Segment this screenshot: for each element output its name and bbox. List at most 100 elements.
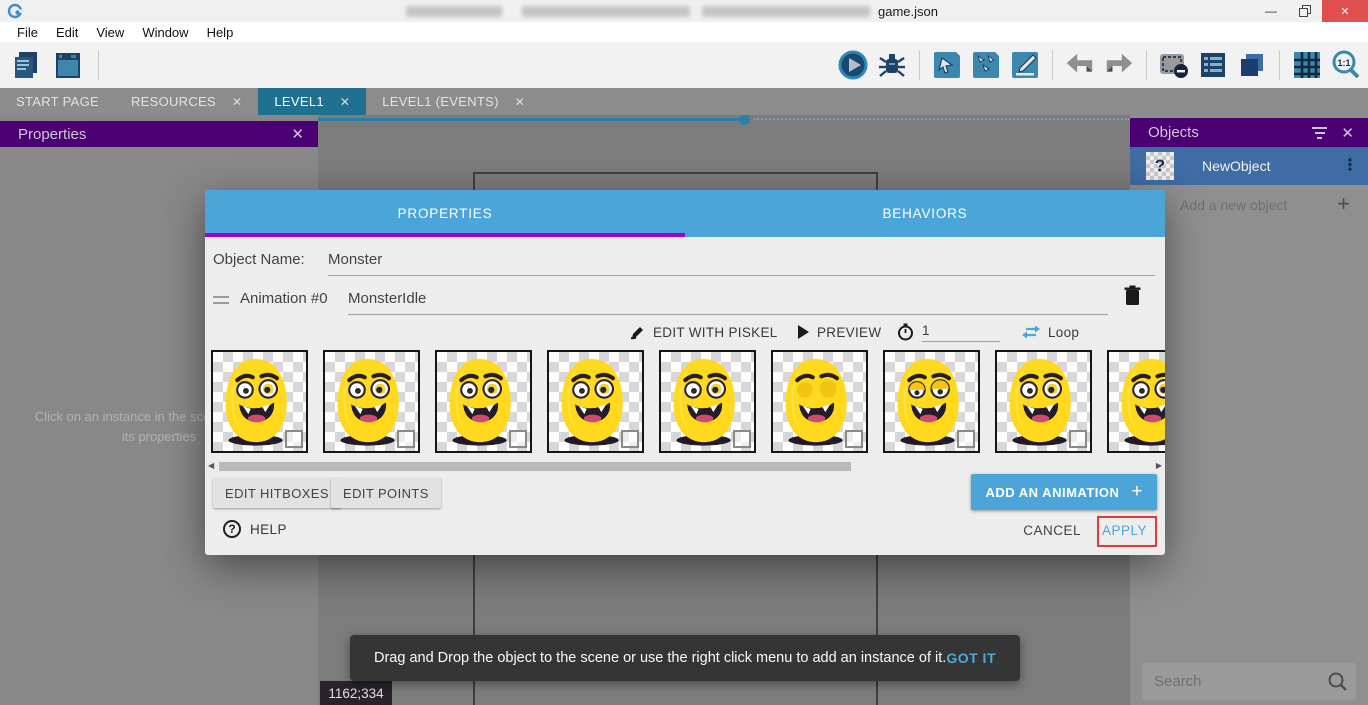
properties-panel-title: Properties xyxy=(18,126,291,143)
close-panel-icon[interactable]: ✕ xyxy=(1341,124,1354,142)
tab-close-icon[interactable]: ✕ xyxy=(340,95,350,109)
edit-scene-icon[interactable] xyxy=(1009,49,1041,81)
scrollbar-thumb[interactable] xyxy=(219,462,851,471)
toolbar-separator xyxy=(919,50,920,80)
snackbar: Drag and Drop the object to the scene or… xyxy=(350,635,1020,681)
add-object-label: Add a new object xyxy=(1180,185,1287,225)
animation-frames-strip xyxy=(205,350,1165,456)
got-it-button[interactable]: GOT IT xyxy=(946,650,996,666)
object-list-item[interactable]: ? NewObject ⋮ xyxy=(1130,147,1368,185)
close-panel-icon[interactable]: ✕ xyxy=(291,125,304,143)
cancel-button[interactable]: CANCEL xyxy=(1023,523,1081,538)
toolbar-separator xyxy=(98,50,99,80)
editor-tab-bar: START PAGE ✕ RESOURCES ✕ LEVEL1 ✕ LEVEL1… xyxy=(0,88,1368,115)
object-menu-icon[interactable]: ⋮ xyxy=(1342,147,1358,185)
instances-list-icon[interactable] xyxy=(1197,49,1229,81)
object-name-field[interactable]: Monster xyxy=(328,251,382,268)
animation-frame[interactable] xyxy=(1107,350,1165,453)
animation-frame[interactable] xyxy=(995,350,1092,453)
frame-corner-handle xyxy=(397,430,415,448)
menu-item[interactable]: Window xyxy=(133,25,197,40)
loop-icon xyxy=(1022,324,1040,340)
selection-edge-dotted-line xyxy=(754,118,1130,120)
cursor-coordinates-badge: 1162;334 xyxy=(320,681,392,705)
frame-corner-handle xyxy=(733,430,751,448)
scroll-left-icon[interactable]: ◀ xyxy=(208,461,214,470)
close-button[interactable]: ✕ xyxy=(1322,0,1368,22)
edit-with-piskel-button[interactable]: EDIT WITH PISKEL xyxy=(630,321,778,343)
selection-edge-line xyxy=(318,118,739,121)
frame-corner-handle xyxy=(621,430,639,448)
animation-frame[interactable] xyxy=(771,350,868,453)
edit-points-button[interactable]: EDIT POINTS xyxy=(331,478,441,508)
properties-panel-header: Properties ✕ xyxy=(0,121,318,147)
editor-tab[interactable]: LEVEL1 (EVENTS) ✕ xyxy=(366,88,541,115)
preview-play-icon[interactable] xyxy=(837,49,869,81)
project-manager-icon[interactable] xyxy=(10,49,42,81)
search-input[interactable] xyxy=(1142,663,1356,700)
selection-handle[interactable] xyxy=(739,115,750,125)
animation-frame[interactable] xyxy=(547,350,644,453)
menu-item[interactable]: Edit xyxy=(47,25,87,40)
preview-button[interactable]: PREVIEW xyxy=(797,321,881,343)
debugger-bug-icon[interactable] xyxy=(876,49,908,81)
frame-corner-handle xyxy=(285,430,303,448)
menu-item[interactable]: File xyxy=(8,25,47,40)
undo-icon[interactable] xyxy=(1064,49,1096,81)
scroll-right-icon[interactable]: ▶ xyxy=(1156,461,1162,470)
editor-tab-label: RESOURCES xyxy=(131,94,216,109)
frame-corner-handle xyxy=(1069,430,1087,448)
drag-handle-icon[interactable] xyxy=(213,296,229,308)
tab-behaviors[interactable]: BEHAVIORS xyxy=(685,190,1165,237)
tab-properties[interactable]: PROPERTIES xyxy=(205,190,685,237)
zoom-1-1-icon[interactable]: 1:1 xyxy=(1330,49,1362,81)
tab-close-icon[interactable]: ✕ xyxy=(515,95,525,109)
minimize-button[interactable]: — xyxy=(1254,0,1288,22)
add-animation-button[interactable]: ADD AN ANIMATION + xyxy=(971,474,1157,510)
animation-frame[interactable] xyxy=(323,350,420,453)
objects-panel: Objects ✕ ? NewObject ⋮ Add a new object… xyxy=(1130,115,1368,705)
add-object-icon[interactable] xyxy=(931,49,963,81)
animation-name-field[interactable]: MonsterIdle xyxy=(348,290,426,307)
editor-tab-label: LEVEL1 xyxy=(274,94,324,109)
object-editor-dialog: PROPERTIES BEHAVIORS Object Name: Monste… xyxy=(205,190,1165,555)
object-name-label: NewObject xyxy=(1202,147,1270,185)
monster-sprite xyxy=(1109,352,1165,451)
apply-highlight-annotation xyxy=(1097,516,1157,547)
redo-icon[interactable] xyxy=(1103,49,1135,81)
animation-frame[interactable] xyxy=(659,350,756,453)
filter-icon[interactable] xyxy=(1312,127,1327,139)
editor-tab[interactable]: RESOURCES ✕ xyxy=(115,88,258,115)
loop-toggle[interactable]: Loop xyxy=(1022,321,1079,343)
frames-scrollbar[interactable]: ◀ ▶ xyxy=(205,460,1165,473)
toolbar-separator xyxy=(1279,50,1280,80)
frame-corner-handle xyxy=(509,430,527,448)
edit-hitboxes-button[interactable]: EDIT HITBOXES xyxy=(213,478,341,508)
toolbar: 1:1 xyxy=(0,42,1368,88)
animation-frame[interactable] xyxy=(435,350,532,453)
add-multiple-objects-icon[interactable] xyxy=(970,49,1002,81)
help-button[interactable]: ? HELP xyxy=(223,520,287,538)
play-icon xyxy=(797,325,809,339)
editor-tab[interactable]: LEVEL1 ✕ xyxy=(258,88,366,115)
plus-icon[interactable]: + xyxy=(1337,185,1350,223)
mask-icon[interactable] xyxy=(1158,49,1190,81)
animation-frame[interactable] xyxy=(211,350,308,453)
menu-item[interactable]: View xyxy=(87,25,133,40)
editor-tab-label: START PAGE xyxy=(16,94,99,109)
tab-close-icon[interactable]: ✕ xyxy=(232,95,242,109)
layers-icon[interactable] xyxy=(1236,49,1268,81)
frame-corner-handle xyxy=(845,430,863,448)
editor-tab[interactable]: START PAGE ✕ xyxy=(0,88,115,115)
delete-animation-icon[interactable] xyxy=(1124,285,1141,311)
add-object-row[interactable]: Add a new object + xyxy=(1130,185,1368,225)
restore-button[interactable] xyxy=(1288,0,1322,22)
pencil-icon xyxy=(630,325,645,340)
object-name-label: Object Name: xyxy=(213,251,305,268)
start-page-icon[interactable] xyxy=(52,49,84,81)
animation-frame[interactable] xyxy=(883,350,980,453)
objects-panel-header: Objects ✕ xyxy=(1130,118,1368,147)
time-between-frames-field[interactable]: 1 xyxy=(897,321,1000,343)
menu-item[interactable]: Help xyxy=(198,25,243,40)
grid-icon[interactable] xyxy=(1291,49,1323,81)
